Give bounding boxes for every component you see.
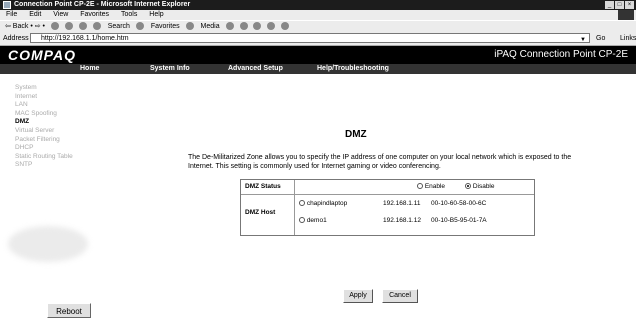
host-mac: 00-10-B5-95-01-7A [431,217,487,224]
history-icon[interactable] [225,22,234,31]
dmz-host-label: DMZ Host [245,209,276,216]
host-ip: 192.168.1.11 [383,200,421,207]
edit-icon[interactable] [267,22,276,31]
nav-help-troubleshooting[interactable]: Help/Troubleshooting [317,64,389,74]
minimize-button[interactable]: _ [605,1,614,9]
nav-system-info[interactable]: System Info [150,64,190,74]
table-divider [294,180,295,235]
close-button[interactable]: × [625,1,634,9]
menu-view[interactable]: View [53,11,68,18]
links-button[interactable]: Links [620,32,636,45]
dmz-description: The De-Militarized Zone allows you to sp… [188,154,572,170]
host-name: chapindlaptop [306,200,348,207]
host-name: demo1 [306,217,327,224]
address-bar: Address http://192.168.1.1/home.htm ▼ Go… [0,32,636,46]
enable-label: Enable [424,183,446,190]
sidebar-item-lan[interactable]: LAN [15,101,73,110]
ie-app-icon [3,1,11,9]
host-radio[interactable] [299,200,305,207]
disable-radio[interactable] [465,183,471,190]
host-row: chapindlaptop 192.168.1.11 00-10-60-58-0… [299,200,486,207]
mail-icon[interactable] [239,22,248,31]
window-titlebar: Connection Point CP-2E - Microsoft Inter… [0,0,636,10]
sidebar-item-packet-filtering[interactable]: Packet Filtering [15,136,73,145]
sidebar-item-static-routing[interactable]: Static Routing Table [15,153,73,162]
compaq-logo: COMPAQ [8,47,76,63]
menu-favorites[interactable]: Favorites [80,11,109,18]
host-row: demo1 192.168.1.12 00-10-B5-95-01-7A [299,217,487,224]
go-button[interactable]: Go [596,32,605,45]
product-title: iPAQ Connection Point CP-2E [494,49,628,60]
top-nav: Home System Info Advanced Setup Help/Tro… [0,64,636,74]
enable-radio[interactable] [417,183,423,190]
sidebar-menu: System Internet LAN MAC Spoofing DMZ Vir… [15,84,73,170]
sidebar-graphic [8,226,88,262]
page-title: DMZ [345,129,367,140]
favorites-icon [135,22,144,31]
menu-tools[interactable]: Tools [121,11,137,18]
page-header: COMPAQ iPAQ Connection Point CP-2E [0,46,636,64]
menu-file[interactable]: File [6,11,17,18]
windows-logo-icon [618,10,634,20]
sidebar-item-dhcp[interactable]: DHCP [15,144,73,153]
reboot-button[interactable]: Reboot [47,303,91,318]
nav-advanced-setup[interactable]: Advanced Setup [228,64,283,74]
dmz-settings-table: DMZ Status Enable Disable DMZ Host chapi… [240,179,535,236]
menu-help[interactable]: Help [149,11,163,18]
window-title: Connection Point CP-2E - Microsoft Inter… [14,1,191,8]
host-ip: 192.168.1.12 [383,217,421,224]
media-icon [185,22,194,31]
menu-bar: File Edit View Favorites Tools Help [0,10,636,20]
maximize-button[interactable]: □ [615,1,624,9]
search-icon [92,22,101,31]
host-mac: 00-10-60-58-00-6C [431,200,487,207]
sidebar-item-dmz[interactable]: DMZ [15,118,73,127]
home-icon[interactable] [78,22,87,31]
disable-label: Disable [472,183,495,190]
host-radio[interactable] [299,217,305,224]
sidebar-item-system[interactable]: System [15,84,73,93]
stop-icon[interactable] [50,22,59,31]
sidebar-item-virtual-server[interactable]: Virtual Server [15,127,73,136]
page-content: COMPAQ iPAQ Connection Point CP-2E Home … [0,46,636,326]
sidebar-item-internet[interactable]: Internet [15,93,73,102]
print-icon[interactable] [253,22,262,31]
nav-home[interactable]: Home [80,64,99,74]
address-label: Address [3,35,29,42]
dmz-status-label: DMZ Status [245,183,281,190]
refresh-icon[interactable] [64,22,73,31]
cancel-button[interactable]: Cancel [382,289,418,303]
discuss-icon[interactable] [281,22,290,31]
disable-option: Disable [465,183,495,190]
sidebar-item-mac-spoofing[interactable]: MAC Spoofing [15,110,73,119]
enable-option: Enable [417,183,445,190]
sidebar-item-sntp[interactable]: SNTP [15,161,73,170]
address-input[interactable]: http://192.168.1.1/home.htm [30,33,590,43]
apply-button[interactable]: Apply [343,289,373,303]
menu-edit[interactable]: Edit [29,11,41,18]
